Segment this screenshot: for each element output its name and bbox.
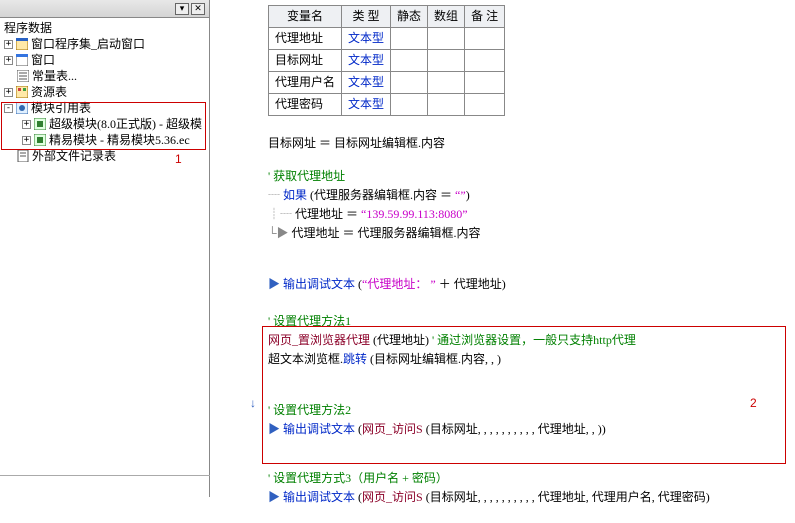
code-line[interactable]: 超文本浏览框.跳转 (目标网址编辑框.内容, , ) xyxy=(268,350,795,369)
tree-item-label: 窗口 xyxy=(31,52,55,68)
panel-collapse-button[interactable]: ▾ xyxy=(175,3,189,15)
tree-item-label: 窗口程序集_启动窗口 xyxy=(31,36,145,52)
table-header: 备 注 xyxy=(465,6,505,28)
var-name: 代理密码 xyxy=(269,94,342,116)
tree-item-jingyi-module[interactable]: + 精易模块 - 精易模块5.36.ec xyxy=(2,132,207,148)
const-icon xyxy=(17,70,29,82)
module-icon xyxy=(34,134,46,146)
code-line[interactable]: ▶ 输出调试文本 (网页_访问S (目标网址, , , , , , , , , … xyxy=(268,488,795,507)
var-name: 目标网址 xyxy=(269,50,342,72)
tree-item-label: 资源表 xyxy=(31,84,67,100)
tree-item-label: 模块引用表 xyxy=(31,100,91,116)
code-line[interactable]: 目标网址 ＝ 目标网址编辑框.内容 xyxy=(268,134,795,153)
code-line[interactable]: ▶ 输出调试文本 (网页_访问S (目标网址, , , , , , , , , … xyxy=(268,420,795,439)
tree-item-label: 外部文件记录表 xyxy=(32,148,116,164)
var-type: 文本型 xyxy=(342,94,391,116)
table-header: 类 型 xyxy=(342,6,391,28)
arrow-down-icon: ↓ xyxy=(250,396,256,410)
resource-icon xyxy=(16,86,28,98)
module-icon xyxy=(34,118,46,130)
minus-icon[interactable]: - xyxy=(4,104,13,113)
panel-titlebar: ▾ ✕ xyxy=(0,0,209,18)
code-comment[interactable]: ' 设置代理方式3（用户名 + 密码） xyxy=(268,469,795,488)
tree-item-label: 精易模块 - 精易模块5.36.ec xyxy=(49,132,190,148)
tree-item-label: 常量表... xyxy=(32,68,77,84)
tree-item-resource[interactable]: + 资源表 xyxy=(2,84,207,100)
panel-footer xyxy=(0,475,210,497)
tree-root[interactable]: 程序数据 xyxy=(2,20,207,36)
ext-file-icon xyxy=(17,150,29,162)
code-panel: 变量名 类 型 静态 数组 备 注 代理地址文本型 目标网址文本型 代理用户名文… xyxy=(210,0,795,523)
plus-icon[interactable]: + xyxy=(4,40,13,49)
code-area: 变量名 类 型 静态 数组 备 注 代理地址文本型 目标网址文本型 代理用户名文… xyxy=(268,5,795,507)
variable-table: 变量名 类 型 静态 数组 备 注 代理地址文本型 目标网址文本型 代理用户名文… xyxy=(268,5,505,116)
code-comment[interactable]: ' 设置代理方法1 xyxy=(268,312,795,331)
tree-item-window-set[interactable]: + 窗口程序集_启动窗口 xyxy=(2,36,207,52)
tree-panel: ▾ ✕ 程序数据 + 窗口程序集_启动窗口 + 窗口 常量表... + 资源表 … xyxy=(0,0,210,497)
window-icon xyxy=(16,54,28,66)
plus-icon[interactable]: + xyxy=(22,120,31,129)
tree-item-super-module[interactable]: + 超级模块(8.0正式版) - 超级模 xyxy=(2,116,207,132)
table-header: 变量名 xyxy=(269,6,342,28)
table-header: 数组 xyxy=(428,6,465,28)
module-ref-icon xyxy=(16,102,28,114)
table-row[interactable]: 代理地址文本型 xyxy=(269,28,505,50)
code-line[interactable]: ┈ 如果 (代理服务器编辑框.内容 ＝ “”) xyxy=(268,186,795,205)
code-line[interactable]: └▶ 代理地址 ＝ 代理服务器编辑框.内容 xyxy=(268,224,795,243)
code-comment[interactable]: ' 获取代理地址 xyxy=(268,167,795,186)
table-header-row: 变量名 类 型 静态 数组 备 注 xyxy=(269,6,505,28)
program-tree: 程序数据 + 窗口程序集_启动窗口 + 窗口 常量表... + 资源表 - 模块… xyxy=(0,18,209,166)
table-row[interactable]: 代理用户名文本型 xyxy=(269,72,505,94)
annotation-label-1: 1 xyxy=(175,152,182,166)
code-line[interactable]: ▶ 输出调试文本 (“代理地址： ” ＋ 代理地址) xyxy=(268,275,795,294)
tree-item-label: 超级模块(8.0正式版) - 超级模 xyxy=(49,116,202,132)
table-row[interactable]: 代理密码文本型 xyxy=(269,94,505,116)
panel-close-button[interactable]: ✕ xyxy=(191,3,205,15)
var-name: 代理地址 xyxy=(269,28,342,50)
plus-icon[interactable]: + xyxy=(4,56,13,65)
tree-item-const[interactable]: 常量表... xyxy=(2,68,207,84)
var-type: 文本型 xyxy=(342,28,391,50)
var-type: 文本型 xyxy=(342,50,391,72)
code-line[interactable]: ┊┈ 代理地址 ＝ “139.59.99.113:8080” xyxy=(268,205,795,224)
window-set-icon xyxy=(16,38,28,50)
plus-icon[interactable]: + xyxy=(4,88,13,97)
tree-root-label: 程序数据 xyxy=(4,20,52,36)
var-type: 文本型 xyxy=(342,72,391,94)
var-name: 代理用户名 xyxy=(269,72,342,94)
code-line[interactable]: 网页_置浏览器代理 (代理地址) ' 通过浏览器设置，一般只支持http代理 xyxy=(268,331,795,350)
tree-item-window[interactable]: + 窗口 xyxy=(2,52,207,68)
table-header: 静态 xyxy=(391,6,428,28)
plus-icon[interactable]: + xyxy=(22,136,31,145)
tree-item-module-ref[interactable]: - 模块引用表 xyxy=(2,100,207,116)
annotation-label-2: 2 xyxy=(750,396,757,410)
code-comment[interactable]: ' 设置代理方法2 xyxy=(268,401,795,420)
table-row[interactable]: 目标网址文本型 xyxy=(269,50,505,72)
